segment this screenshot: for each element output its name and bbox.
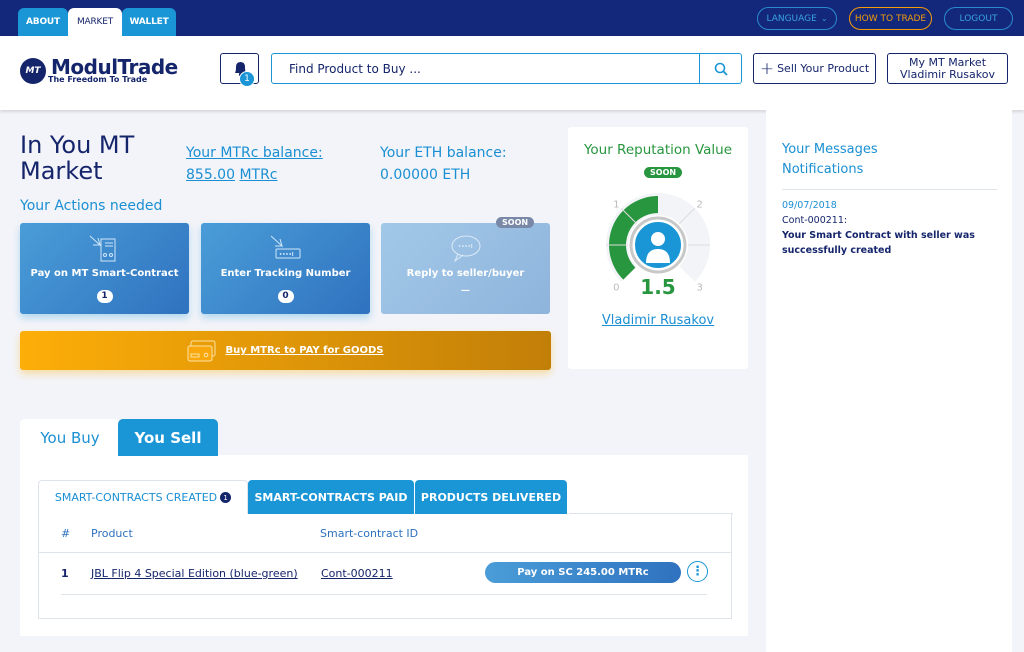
subtab-created[interactable]: SMART-CONTRACTS CREATED 1 xyxy=(38,480,248,514)
chat-bubble-icon: ••••I xyxy=(451,235,480,263)
reputation-title: Your Reputation Value xyxy=(583,142,733,158)
contracts-table: # Product Smart-contract ID 1 JBL Flip 4… xyxy=(38,513,733,619)
logo-name: ModulTrade xyxy=(51,55,178,79)
mtrc-unit[interactable]: MTRc xyxy=(239,167,277,183)
reputation-card: Your Reputation Value SOON 0123 1.5 Vlad… xyxy=(568,127,748,369)
messages-link[interactable]: Your Messages xyxy=(782,140,878,160)
svg-text:••••I: ••••I xyxy=(279,252,294,258)
search-input[interactable] xyxy=(272,54,699,83)
reputation-value: 1.5 xyxy=(640,275,676,299)
logo-mark: MT xyxy=(20,58,46,84)
gauge-scale-label: 2 xyxy=(697,199,703,210)
messages-panel: Your Messages Notifications 09/07/2018 Co… xyxy=(766,110,1012,652)
plus-icon: + xyxy=(759,58,775,79)
logout-button[interactable]: LOGOUT xyxy=(944,7,1013,30)
eth-balance: Your ETH balance: 0.00000 ETH xyxy=(380,145,507,183)
mtrc-value[interactable]: 855.00 xyxy=(186,167,235,183)
column-header: Product xyxy=(91,527,133,540)
subtab-count: 1 xyxy=(220,492,232,503)
how-to-trade-button[interactable]: HOW TO TRADE xyxy=(849,7,932,30)
user-name: Vladimir Rusakov xyxy=(900,67,995,81)
avatar-icon xyxy=(651,232,665,246)
more-options-icon[interactable]: ⋮ xyxy=(687,561,708,582)
my-market-label: My MT Market xyxy=(908,55,987,69)
subtab-label: SMART-CONTRACTS CREATED xyxy=(54,491,218,504)
sell-product-button[interactable]: + Sell Your Product xyxy=(753,53,876,84)
action-reply: ••••I Reply to seller/buyer — xyxy=(381,223,550,314)
my-market-button[interactable]: My MT Market Vladimir Rusakov xyxy=(887,53,1008,84)
row-number: 1 xyxy=(61,567,69,580)
credit-card-icon xyxy=(187,340,216,361)
search-icon xyxy=(714,62,728,76)
top-nav: ABOUT MARKET WALLET LANGUAGE ⌄ HOW TO TRA… xyxy=(0,0,1024,36)
action-count: — xyxy=(461,286,470,296)
tab-about[interactable]: ABOUT xyxy=(18,8,68,36)
notifications-button[interactable]: 1 xyxy=(220,53,259,87)
subtab-delivered[interactable]: PRODUCTS DELIVERED xyxy=(415,480,567,514)
action-label: Pay on MT Smart-Contract xyxy=(30,268,179,279)
header: MT ModulTradeThe Freedom To Trade 1 +Sel… xyxy=(0,36,1024,110)
mtrc-label[interactable]: Your MTRc balance: xyxy=(186,145,323,161)
message-text: Your Smart Contract with seller was succ… xyxy=(782,230,975,256)
chevron-down-icon: ⌄ xyxy=(820,14,828,23)
search-bar xyxy=(271,53,742,84)
page-title: In You MT Market xyxy=(20,131,135,185)
message-date: 09/07/2018 xyxy=(782,200,837,211)
svg-text:••••I: ••••I xyxy=(458,244,473,250)
search-button[interactable] xyxy=(699,54,741,83)
soon-badge: SOON xyxy=(644,167,683,178)
contract-payment-icon xyxy=(89,235,115,262)
reputation-user-link[interactable]: Vladimir Rusakov xyxy=(568,313,748,328)
message-item[interactable]: 09/07/2018 Cont-000211: Your Smart Contr… xyxy=(782,198,997,258)
action-label: Reply to seller/buyer xyxy=(406,268,525,279)
action-label: Enter Tracking Number xyxy=(220,268,351,279)
action-pay-smart-contract[interactable]: Pay on MT Smart-Contract 1 xyxy=(20,223,189,314)
tab-wallet[interactable]: WALLET xyxy=(122,8,176,36)
gauge-scale-label: 1 xyxy=(613,199,619,210)
subtab-paid[interactable]: SMART-CONTRACTS PAID xyxy=(248,480,414,514)
action-enter-tracking[interactable]: ••••I Enter Tracking Number 0 xyxy=(201,223,370,314)
pay-on-sc-button[interactable]: Pay on SC 245.00 MTRc xyxy=(485,562,681,583)
divider xyxy=(782,189,997,190)
messages-title: Your Messages Notifications xyxy=(782,140,878,180)
column-header: # xyxy=(61,527,71,540)
logo[interactable]: MT ModulTrade The Freedom To Trade xyxy=(20,55,178,84)
tab-market[interactable]: MARKET xyxy=(68,8,122,36)
contract-link[interactable]: Cont-000211 xyxy=(321,567,393,580)
action-count: 1 xyxy=(96,290,113,303)
buy-mtrc-button[interactable]: Buy MTRc to PAY for GOODS xyxy=(20,331,551,370)
tab-you-sell[interactable]: You Sell xyxy=(118,419,218,456)
language-dropdown[interactable]: LANGUAGE ⌄ xyxy=(757,7,837,30)
tracking-number-icon: ••••I xyxy=(270,235,300,259)
sell-label: Sell Your Product xyxy=(777,61,870,75)
action-count: 0 xyxy=(277,290,294,303)
product-link[interactable]: JBL Flip 4 Special Edition (blue-green) xyxy=(91,567,298,580)
language-label: LANGUAGE xyxy=(766,13,817,24)
column-header: Smart-contract ID xyxy=(320,527,419,540)
notification-count: 1 xyxy=(239,71,255,87)
notifications-link[interactable]: Notifications xyxy=(782,160,878,180)
message-ref: Cont-000211: xyxy=(782,215,848,226)
mtrc-balance: Your MTRc balance: 855.00 MTRc xyxy=(186,142,323,186)
buy-mtrc-label: Buy MTRc to PAY for GOODS xyxy=(225,345,384,356)
soon-badge: SOON xyxy=(496,217,535,228)
tab-you-buy[interactable]: You Buy xyxy=(20,419,120,456)
actions-title: Your Actions needed xyxy=(20,198,163,214)
